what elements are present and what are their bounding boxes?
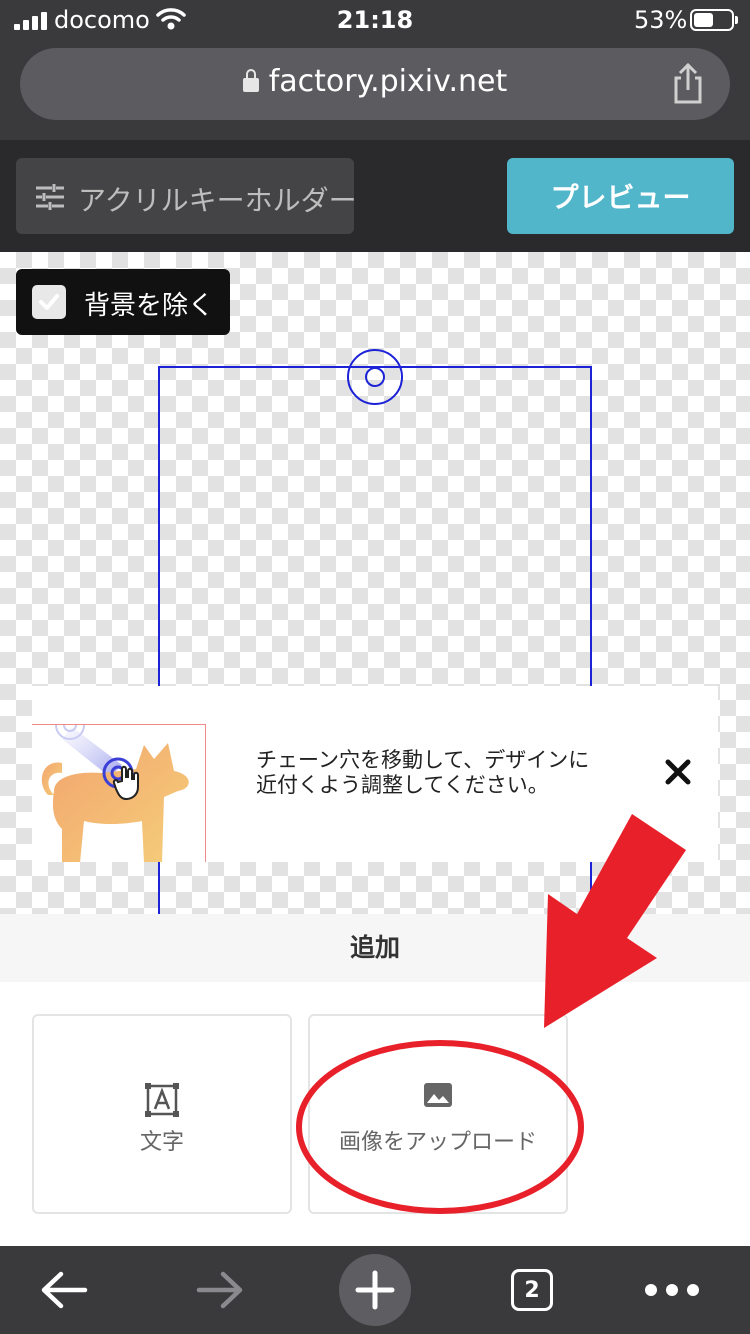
add-text-button[interactable]: 文字	[32, 1014, 292, 1214]
add-panel: 文字 画像をアップロード	[0, 982, 750, 1246]
add-panel-title: 追加	[0, 914, 750, 982]
url-text: factory.pixiv.net	[268, 64, 508, 99]
text-box-icon	[145, 1083, 179, 1117]
tip-popup: チェーン穴を移動して、デザインに 近付くよう調整してください。	[32, 686, 718, 862]
tip-message: チェーン穴を移動して、デザインに 近付くよう調整してください。	[256, 748, 590, 797]
image-icon	[424, 1083, 452, 1107]
dog-illustration	[41, 725, 189, 862]
preview-button[interactable]: プレビュー	[507, 158, 734, 234]
battery-percent: 53%	[634, 6, 688, 34]
chain-hole-handle[interactable]	[345, 347, 405, 407]
remove-background-toggle[interactable]: 背景を除く	[16, 269, 230, 335]
back-arrow-icon	[41, 1271, 88, 1309]
back-button[interactable]	[22, 1246, 106, 1334]
browser-top-chrome: docomo 21:18 53% factory.pixiv.net	[0, 0, 750, 140]
product-label: アクリルキーホルダー	[78, 184, 357, 217]
checkbox[interactable]	[32, 285, 66, 319]
design-canvas[interactable]: 背景を除く チェーン穴を移動して、デザインに 近付くよう調整してください。	[0, 252, 750, 914]
plus-icon	[355, 1270, 395, 1310]
new-tab-button[interactable]	[338, 1246, 412, 1334]
editor-toolbar: アクリルキーホルダー プレビュー	[0, 140, 750, 252]
more-menu-button[interactable]	[630, 1246, 714, 1334]
tabs-button[interactable]: 2	[490, 1246, 574, 1334]
upload-image-label: 画像をアップロード	[338, 1130, 537, 1155]
close-icon[interactable]	[662, 756, 694, 788]
browser-bottom-bar: 2	[0, 1246, 750, 1334]
add-text-label: 文字	[139, 1130, 184, 1155]
tip-illustration	[32, 724, 206, 862]
upload-image-button[interactable]: 画像をアップロード	[308, 1014, 568, 1214]
battery-level	[694, 13, 713, 27]
battery-icon	[690, 9, 738, 31]
forward-button[interactable]	[178, 1246, 262, 1334]
sliders-icon	[36, 184, 64, 210]
lock-icon	[242, 69, 259, 92]
product-selector[interactable]: アクリルキーホルダー	[16, 158, 357, 234]
remove-background-label: 背景を除く	[84, 291, 215, 321]
tab-count-badge: 2	[511, 1269, 553, 1311]
check-icon	[39, 294, 59, 310]
address-bar[interactable]: factory.pixiv.net	[20, 48, 730, 120]
share-icon[interactable]	[668, 62, 708, 106]
forward-arrow-icon	[196, 1271, 243, 1309]
more-icon	[645, 1284, 699, 1296]
status-bar: docomo 21:18 53%	[0, 0, 750, 40]
